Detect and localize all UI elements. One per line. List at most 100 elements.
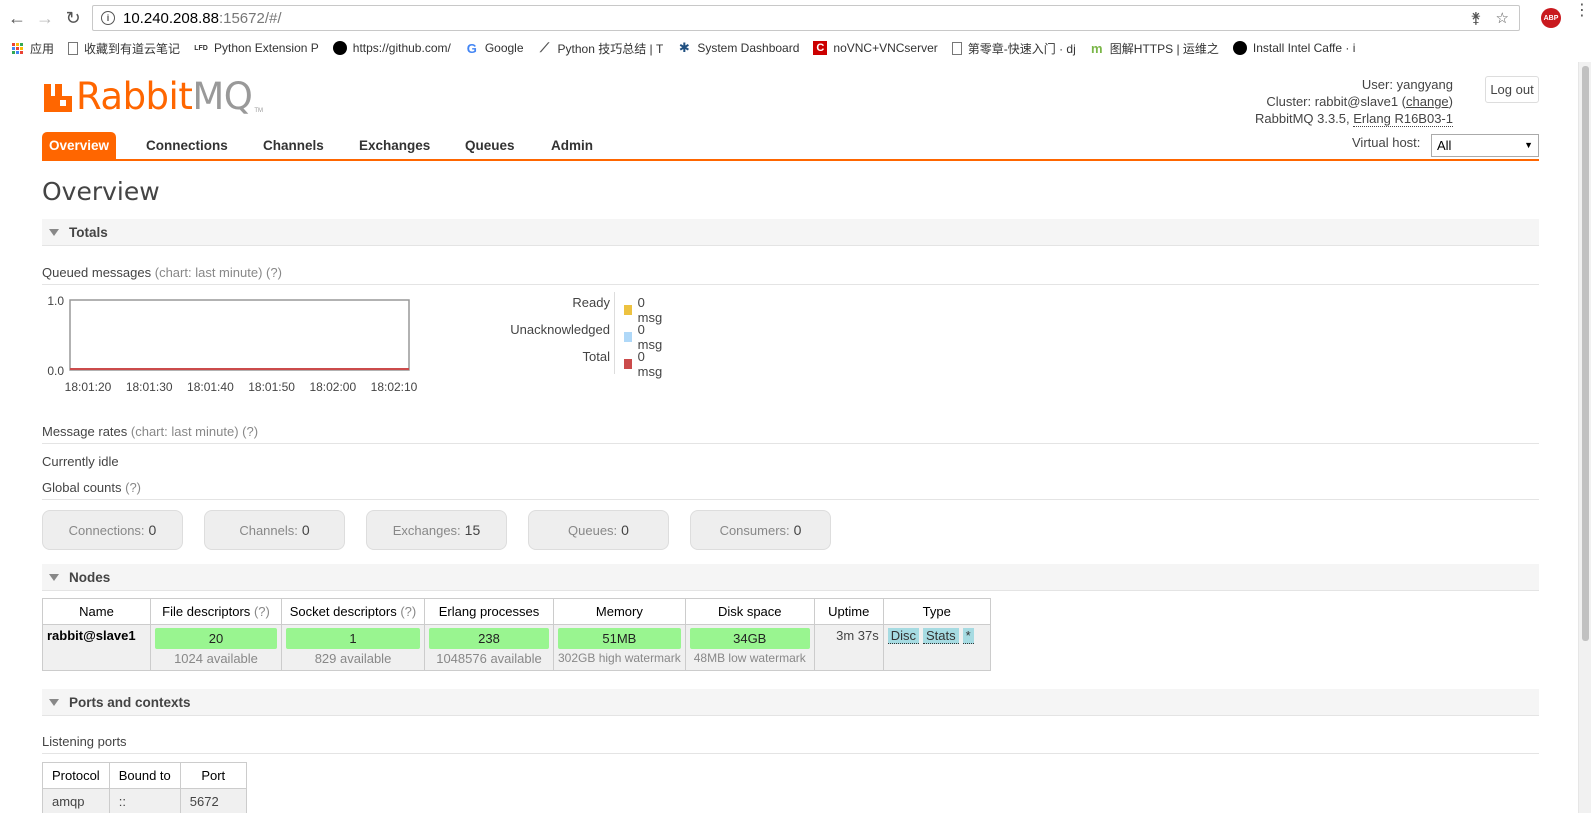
forward-arrow-icon[interactable]: →: [34, 7, 56, 29]
tab-connections[interactable]: Connections: [146, 132, 228, 159]
legend-unacked-label: Unacknowledged: [510, 321, 610, 337]
col-uptime: Uptime: [813, 598, 884, 625]
lfd-icon: LFD: [194, 44, 208, 52]
type-star-tag[interactable]: *: [962, 628, 974, 644]
collapse-triangle-icon: [49, 698, 59, 706]
totals-section-header[interactable]: Totals: [42, 219, 1539, 246]
bookmark-label: 收藏到有道云笔记: [84, 41, 181, 56]
count-consumers-label: Consumers:: [719, 522, 790, 538]
legend-total-value: 0 msg: [637, 349, 663, 379]
logout-button[interactable]: Log out: [1485, 76, 1539, 103]
legend-ready-label: Ready: [572, 294, 610, 310]
x-tick-label: 18:01:30: [126, 380, 173, 394]
nodes-section-header[interactable]: Nodes: [42, 564, 1539, 591]
type-stats-tag[interactable]: Stats: [923, 628, 959, 644]
logo-rabbit-text: Rabbit: [76, 75, 193, 118]
count-exchanges[interactable]: Exchanges: 15: [366, 510, 507, 550]
bookmarks-bar: 应用 收藏到有道云笔记 LFD Python Extension P https://g…: [0, 36, 1591, 60]
bookmark-label: Install Intel Caffe · i: [1252, 41, 1356, 55]
rates-hint[interactable]: (chart: last minute) (?): [131, 424, 258, 439]
legend-ready-swatch: [624, 305, 632, 315]
bookmark-item[interactable]: 收藏到有道云笔记: [68, 40, 180, 57]
global-hint[interactable]: (?): [125, 480, 141, 495]
logo-trademark: TM: [254, 108, 264, 114]
address-bar[interactable]: i 10.240.208.88:15672/#/ ⚵ ☆: [92, 5, 1520, 31]
col-fd-label: File descriptors: [162, 604, 251, 619]
bookmark-item[interactable]: CnoVNC+VNCserver: [813, 41, 938, 55]
count-queues-value: 0: [621, 522, 629, 538]
legend-total-swatch: [624, 359, 632, 369]
bookmark-item[interactable]: G Google: [465, 41, 524, 55]
feather-icon: ⟋: [539, 40, 550, 55]
cluster-label: Cluster:: [1266, 94, 1312, 109]
fd-available: 1024 available: [174, 651, 258, 666]
bookmark-star-icon[interactable]: ☆: [1496, 9, 1509, 27]
page-title: Overview: [42, 177, 160, 206]
count-connections-value: 0: [148, 522, 157, 538]
legend-unacked-value: 0 msg: [637, 322, 663, 352]
bookmark-label: 图解HTTPS | 运维之: [1109, 41, 1219, 56]
bookmark-label: noVNC+VNCserver: [833, 41, 938, 55]
change-cluster-link[interactable]: change: [1406, 94, 1449, 109]
listening-ports-heading: Listening ports: [42, 734, 1539, 754]
scrollbar-thumb[interactable]: [1582, 66, 1589, 641]
global-label: Global counts: [42, 480, 122, 495]
back-arrow-icon[interactable]: ←: [6, 7, 28, 29]
count-connections[interactable]: Connections: 0: [42, 510, 183, 550]
count-exchanges-value: 15: [464, 522, 481, 538]
reload-icon[interactable]: ↻: [62, 7, 84, 29]
rabbitmq-version: RabbitMQ 3.3.5,: [1254, 111, 1350, 126]
count-exchanges-label: Exchanges:: [392, 522, 461, 538]
m-icon: m: [1091, 40, 1103, 56]
legend-unacked-swatch: [624, 332, 632, 342]
col-memory: Memory: [553, 598, 686, 625]
page-scrollbar[interactable]: [1578, 62, 1591, 813]
info-icon[interactable]: i: [101, 11, 115, 25]
bookmark-item[interactable]: m 图解HTTPS | 运维之: [1090, 40, 1219, 57]
tab-exchanges[interactable]: Exchanges: [359, 132, 430, 159]
col-type: Type: [882, 598, 991, 625]
rabbitmq-logo[interactable]: RabbitMQ TM: [42, 78, 264, 115]
bookmark-item[interactable]: ⟋ Python 技巧总结 | T: [538, 40, 664, 57]
ports-section-header[interactable]: Ports and contexts: [42, 689, 1539, 716]
bookmark-item[interactable]: 第零章-快速入门 · dj: [951, 40, 1076, 57]
count-queues-label: Queues:: [568, 522, 618, 538]
count-channels[interactable]: Channels: 0: [204, 510, 345, 550]
nodes-table: Name File descriptors (?) Socket descrip…: [42, 598, 991, 671]
github-icon: [332, 41, 347, 55]
fd-help[interactable]: (?): [254, 604, 270, 619]
node-name[interactable]: rabbit@slave1: [42, 624, 151, 671]
bookmark-item[interactable]: LFD Python Extension P: [194, 41, 319, 55]
bookmark-item[interactable]: ✱ System Dashboard: [677, 41, 800, 55]
legend-ready-value: 0 msg: [637, 295, 663, 325]
queued-hint[interactable]: (chart: last minute) (?): [155, 265, 282, 280]
erl-bar: 238: [429, 628, 549, 649]
bookmark-item[interactable]: https://github.com/: [332, 41, 451, 55]
type-disc-tag[interactable]: Disc: [887, 628, 920, 644]
count-channels-label: Channels:: [239, 522, 298, 538]
cluster-name: rabbit@slave1: [1314, 94, 1399, 109]
count-queues[interactable]: Queues: 0: [528, 510, 669, 550]
bookmark-item[interactable]: Install Intel Caffe · i: [1232, 41, 1356, 55]
port-bound-to: ::: [108, 788, 181, 813]
tab-queues[interactable]: Queues: [465, 132, 515, 159]
collapse-triangle-icon: [49, 228, 59, 236]
bookmark-label: 第零章-快速入门 · dj: [967, 41, 1076, 56]
erl-available: 1048576 available: [436, 651, 542, 666]
adblock-icon[interactable]: ABP: [1541, 8, 1561, 28]
sd-help[interactable]: (?): [400, 604, 416, 619]
browser-menu-icon[interactable]: ⋮: [1574, 3, 1590, 19]
bookmark-item[interactable]: 应用: [10, 40, 54, 57]
mem-bar: 51MB: [558, 628, 681, 649]
col-name: Name: [42, 598, 151, 625]
count-consumers[interactable]: Consumers: 0: [690, 510, 831, 550]
disk-bar: 34GB: [689, 628, 810, 649]
tab-channels[interactable]: Channels: [263, 132, 324, 159]
vhost-select[interactable]: All ▼: [1431, 134, 1539, 157]
currently-idle-text: Currently idle: [42, 454, 119, 469]
bookmark-label: Python 技巧总结 | T: [557, 41, 664, 56]
key-icon[interactable]: ⚵: [1471, 9, 1482, 27]
ports-table: Protocol Bound to Port amqp :: 5672: [42, 762, 247, 813]
tab-overview[interactable]: Overview: [42, 132, 117, 159]
tab-admin[interactable]: Admin: [551, 132, 593, 159]
